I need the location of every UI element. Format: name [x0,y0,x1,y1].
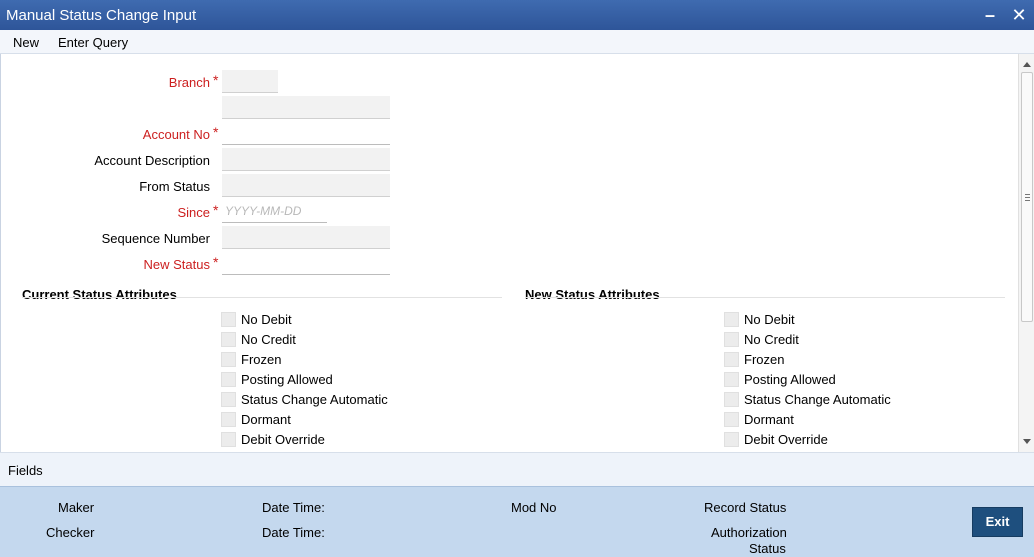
new-posting-allowed-label: Posting Allowed [744,372,836,387]
from-status-field [222,174,390,197]
authorization-status-label-line1: Authorization [711,525,787,540]
since-label: Since [177,205,210,220]
current-no-credit-checkbox[interactable] [221,332,236,347]
new-posting-allowed-checkbox[interactable] [724,372,739,387]
new-no-credit-label: No Credit [744,332,799,347]
new-status-input[interactable] [222,252,390,275]
fields-bar: Fields [0,452,1034,486]
current-status-change-automatic-checkbox[interactable] [221,392,236,407]
current-no-debit-checkbox[interactable] [221,312,236,327]
vertical-scrollbar[interactable] [1018,54,1034,452]
from-status-label: From Status [139,179,210,194]
scrollbar-thumb[interactable] [1021,72,1033,322]
sequence-number-label: Sequence Number [101,231,210,246]
required-marker: * [213,124,219,140]
current-dormant-checkbox[interactable] [221,412,236,427]
current-status-change-automatic-label: Status Change Automatic [241,392,388,407]
new-dormant-checkbox[interactable] [724,412,739,427]
new-no-credit-checkbox[interactable] [724,332,739,347]
since-placeholder: YYYY-MM-DD [225,204,302,218]
checker-date-time-label: Date Time: [262,525,325,540]
menu-bar: New Enter Query [0,30,1034,54]
new-frozen-label: Frozen [744,352,785,367]
grip-line [1025,200,1030,201]
maker-label: Maker [58,500,95,515]
account-description-label: Account Description [94,153,210,168]
form-content: Branch * Account No * Account Descriptio… [0,54,1018,452]
exit-button[interactable]: Exit [972,507,1023,537]
since-date-input[interactable]: YYYY-MM-DD [222,200,327,223]
new-status-change-automatic-checkbox[interactable] [724,392,739,407]
scroll-up-icon[interactable] [1023,62,1031,67]
menu-new[interactable]: New [13,35,39,50]
current-dormant-label: Dormant [241,412,291,427]
divider [525,297,1005,298]
current-frozen-label: Frozen [241,352,282,367]
record-status-label: Record Status [704,500,787,515]
required-marker: * [213,202,219,218]
fields-link[interactable]: Fields [8,463,43,478]
branch-label: Branch [168,75,210,90]
new-no-debit-label: No Debit [744,312,795,327]
menu-enter-query[interactable]: Enter Query [58,35,128,50]
current-no-debit-label: No Debit [241,312,292,327]
minimize-icon[interactable]: – [978,3,1002,27]
current-posting-allowed-checkbox[interactable] [221,372,236,387]
new-no-debit-checkbox[interactable] [724,312,739,327]
account-description-field [222,148,390,171]
current-frozen-checkbox[interactable] [221,352,236,367]
title-bar: Manual Status Change Input – ✕ [0,0,1034,30]
checker-label: Checker [46,525,95,540]
account-no-label: Account No [142,127,210,142]
new-debit-override-checkbox[interactable] [724,432,739,447]
new-status-attributes-title: New Status Attributes [525,287,660,302]
required-marker: * [213,254,219,270]
audit-footer: Maker Checker Date Time: Date Time: Mod … [0,486,1034,557]
current-no-credit-label: No Credit [241,332,296,347]
sequence-number-field [222,226,390,249]
new-status-change-automatic-label: Status Change Automatic [744,392,891,407]
authorization-status-label-line2: Status [749,541,786,556]
scroll-down-icon[interactable] [1023,439,1031,444]
branch-input[interactable] [222,70,278,93]
current-debit-override-checkbox[interactable] [221,432,236,447]
mod-no-label: Mod No [511,500,557,515]
current-debit-override-label: Debit Override [241,432,325,447]
divider [22,297,502,298]
current-status-attributes-title: Current Status Attributes [22,287,177,302]
required-marker: * [213,72,219,88]
current-posting-allowed-label: Posting Allowed [241,372,333,387]
grip-line [1025,194,1030,195]
maker-date-time-label: Date Time: [262,500,325,515]
window-title: Manual Status Change Input [6,7,197,24]
new-frozen-checkbox[interactable] [724,352,739,367]
grip-line [1025,197,1030,198]
branch-description-field [222,96,390,119]
account-no-input[interactable] [222,122,390,145]
new-status-label: New Status [143,257,210,272]
new-dormant-label: Dormant [744,412,794,427]
new-debit-override-label: Debit Override [744,432,828,447]
close-icon[interactable]: ✕ [1007,3,1031,27]
